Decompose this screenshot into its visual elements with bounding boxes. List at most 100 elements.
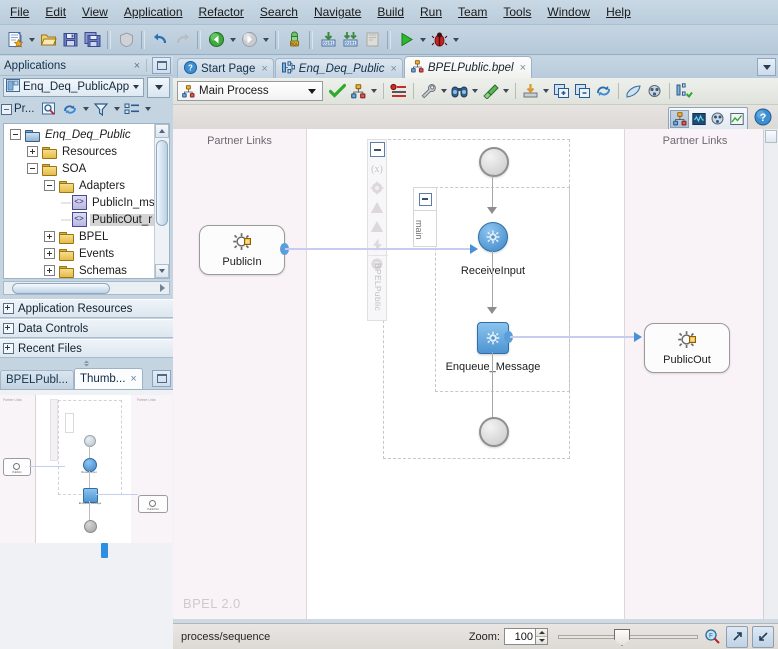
- expand-icon[interactable]: [44, 265, 55, 276]
- scroll-up-arrow[interactable]: [155, 124, 169, 138]
- catch-all-icon[interactable]: [368, 217, 386, 235]
- close-icon[interactable]: ×: [390, 63, 396, 75]
- refresh-dropdown-caret[interactable]: [81, 100, 90, 119]
- menu-item-team[interactable]: Team: [450, 2, 495, 22]
- paint-icon[interactable]: [480, 81, 501, 102]
- collapse-icon[interactable]: [27, 163, 38, 174]
- process-selector[interactable]: Main Process: [177, 81, 323, 101]
- menu-item-search[interactable]: Search: [252, 2, 306, 22]
- close-icon[interactable]: ×: [520, 62, 526, 74]
- new-dropdown-caret[interactable]: [26, 29, 37, 51]
- close-icon[interactable]: ×: [130, 60, 144, 72]
- project-tree[interactable]: Enq_Deq_Public Resources SOA Adapters <> Publ…: [3, 123, 170, 279]
- tree-node[interactable]: <> PublicIn_ms: [4, 194, 156, 211]
- filter-dropdown-caret[interactable]: [112, 100, 121, 119]
- menu-item-refactor[interactable]: Refactor: [191, 2, 252, 22]
- menu-item-view[interactable]: View: [74, 2, 116, 22]
- dock-tab-structure[interactable]: BPELPubl...: [0, 370, 75, 389]
- scroll-right-arrow[interactable]: [160, 284, 165, 292]
- import-icon[interactable]: [520, 81, 541, 102]
- tree-node[interactable]: BPEL: [4, 228, 156, 245]
- new-icon[interactable]: [4, 29, 26, 51]
- collapse-icon[interactable]: [369, 142, 385, 157]
- expand-icon[interactable]: [44, 231, 55, 242]
- variables-icon[interactable]: (x): [368, 160, 386, 178]
- activity-receiveinput[interactable]: [478, 222, 508, 252]
- forward-icon[interactable]: [238, 29, 260, 51]
- accordion-data-controls[interactable]: Data Controls: [0, 319, 173, 338]
- collapse-icon[interactable]: [418, 192, 432, 206]
- properties-dropdown-caret[interactable]: [439, 81, 449, 102]
- zoom-to-fit-icon[interactable]: F: [702, 627, 722, 647]
- maximize-editor-icon[interactable]: [726, 625, 748, 648]
- tree-node[interactable]: Schemas: [4, 262, 156, 278]
- compile-all-icon[interactable]: 0101: [339, 29, 361, 51]
- application-selector[interactable]: Enq_Deq_PublicApp: [3, 77, 144, 97]
- menu-item-run[interactable]: Run: [412, 2, 450, 22]
- tab-overflow-button[interactable]: [757, 58, 776, 76]
- zoom-slider[interactable]: [558, 628, 698, 646]
- design-view-icon[interactable]: [670, 110, 689, 128]
- refresh-icon[interactable]: [60, 100, 80, 119]
- tab-bpelpublic-bpel[interactable]: BPELPublic.bpel ×: [403, 56, 532, 78]
- close-icon[interactable]: ×: [261, 63, 267, 75]
- tab-start-page[interactable]: ? Start Page ×: [177, 58, 274, 78]
- tab-enq-deq-public[interactable]: Enq_Deq_Public ×: [274, 58, 403, 78]
- zoom-stepper[interactable]: [536, 628, 548, 645]
- history-view-icon[interactable]: [727, 110, 746, 128]
- undo-icon[interactable]: [149, 29, 171, 51]
- redo-icon[interactable]: [171, 29, 193, 51]
- make-icon[interactable]: [361, 29, 383, 51]
- run-dropdown-caret[interactable]: [417, 29, 428, 51]
- event-handlers-icon[interactable]: [368, 236, 386, 254]
- expand-icon[interactable]: [44, 248, 55, 259]
- scroll-thumb[interactable]: [156, 140, 168, 226]
- properties-wrench-icon[interactable]: [418, 81, 439, 102]
- tree-node[interactable]: <> PublicOut_r: [4, 211, 156, 228]
- menu-item-window[interactable]: Window: [539, 2, 598, 22]
- menu-item-edit[interactable]: Edit: [37, 2, 74, 22]
- panel-splitter[interactable]: [0, 359, 173, 368]
- menu-item-file[interactable]: File: [2, 2, 37, 22]
- tree-node[interactable]: SOA: [4, 160, 156, 177]
- canvas-vertical-scrollbar[interactable]: [763, 129, 778, 619]
- menu-item-tools[interactable]: Tools: [495, 2, 539, 22]
- validate-icon[interactable]: [327, 81, 348, 102]
- tree-node[interactable]: Resources: [4, 143, 156, 160]
- tree-node[interactable]: Adapters: [4, 177, 156, 194]
- thumbnail-view[interactable]: Partner Links Partner Links PublicIn Pub…: [0, 395, 172, 543]
- menu-item-help[interactable]: Help: [598, 2, 639, 22]
- close-icon[interactable]: ×: [130, 373, 136, 385]
- expand-icon[interactable]: [27, 146, 38, 157]
- correlation-sets-icon[interactable]: [368, 179, 386, 197]
- monitor-view-icon[interactable]: [689, 110, 708, 128]
- sql-worksheet-icon[interactable]: SQL: [283, 29, 305, 51]
- debug-dropdown-caret[interactable]: [450, 29, 461, 51]
- save-all-icon[interactable]: [81, 29, 103, 51]
- back-icon[interactable]: [205, 29, 227, 51]
- scroll-thumb[interactable]: [12, 282, 110, 294]
- back-dropdown-caret[interactable]: [227, 29, 238, 51]
- application-menu-button[interactable]: [147, 76, 170, 98]
- zoom-increase-button[interactable]: [536, 629, 547, 637]
- end-event[interactable]: [479, 417, 509, 447]
- accordion-application-resources[interactable]: Application Resources: [0, 299, 173, 318]
- group-by-dropdown-caret[interactable]: [143, 100, 152, 119]
- breakpoints-icon[interactable]: [388, 81, 409, 102]
- collapse-all-icon[interactable]: [572, 81, 593, 102]
- source-view-icon[interactable]: [708, 110, 727, 128]
- partner-link-publicout[interactable]: PublicOut: [644, 323, 730, 373]
- menu-item-application[interactable]: Application: [116, 2, 191, 22]
- collapse-icon[interactable]: [10, 129, 21, 140]
- refresh-icon[interactable]: [593, 81, 614, 102]
- zoom-slider-knob[interactable]: [614, 629, 630, 646]
- projects-tab[interactable]: Pr...: [1, 103, 34, 115]
- menu-item-build[interactable]: Build: [369, 2, 412, 22]
- run-icon[interactable]: [395, 29, 417, 51]
- scroll-down-arrow[interactable]: [155, 264, 169, 278]
- minimize-icon[interactable]: [152, 57, 171, 74]
- sensors-icon[interactable]: [674, 81, 695, 102]
- menu-item-navigate[interactable]: Navigate: [306, 2, 369, 22]
- image-export-icon[interactable]: [644, 81, 665, 102]
- compile-icon[interactable]: 0101: [317, 29, 339, 51]
